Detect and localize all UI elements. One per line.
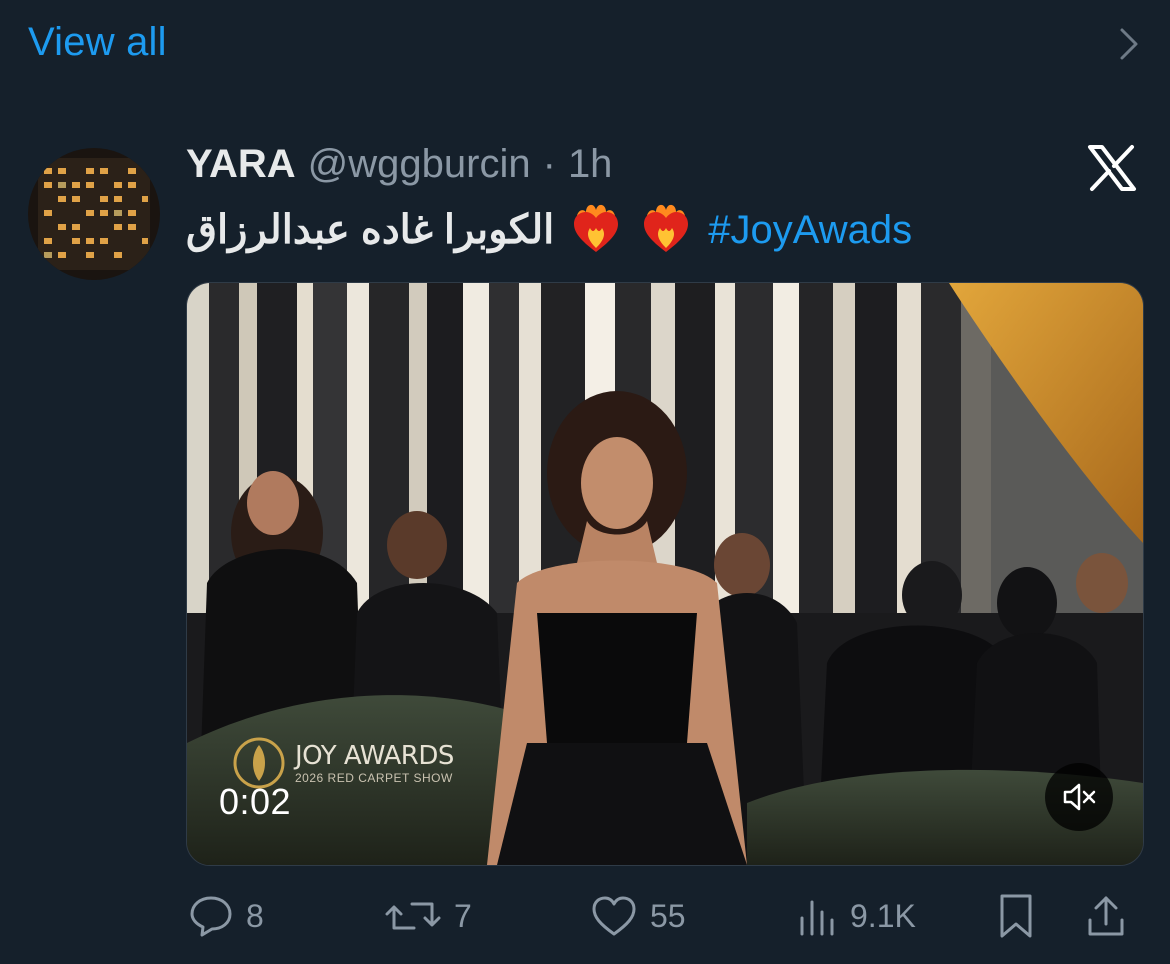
tweet-text: الكوبرا غاده عبدالرزاق #JoyAwads <box>186 200 912 260</box>
bookmark-icon <box>1000 894 1032 938</box>
share-icon <box>1088 896 1124 936</box>
like-icon <box>592 896 636 936</box>
watermark-title: JOY AWARDS <box>295 741 454 771</box>
display-name[interactable]: YARA <box>186 142 296 187</box>
x-logo-icon <box>1088 145 1136 191</box>
like-button[interactable]: 55 <box>590 886 686 946</box>
repost-icon <box>385 902 441 930</box>
video-player[interactable]: JOY AWARDS 2026 RED CARPET SHOW 0:02 <box>186 282 1144 866</box>
repost-count: 7 <box>454 897 472 934</box>
share-button[interactable] <box>1084 886 1128 946</box>
bookmark-button[interactable] <box>996 886 1036 946</box>
chevron-right-icon[interactable] <box>1114 24 1144 64</box>
tweet-header: YARA @wggburcin · 1h <box>186 142 612 194</box>
view-all-link[interactable]: View all <box>28 20 167 65</box>
tweet-actions: 8 7 55 9.1K <box>186 886 1142 946</box>
reply-count: 8 <box>246 897 264 934</box>
views-icon <box>800 900 834 936</box>
tweet-text-arabic: الكوبرا غاده عبدالرزاق <box>186 208 555 252</box>
user-handle[interactable]: @wggburcin <box>308 142 531 187</box>
heart-on-fire-icon <box>574 204 619 252</box>
mute-icon <box>1063 783 1096 811</box>
views-button[interactable]: 9.1K <box>794 886 916 946</box>
mute-button[interactable] <box>1045 763 1113 831</box>
avatar[interactable] <box>28 148 160 280</box>
reply-icon <box>190 896 232 937</box>
video-timecode: 0:02 <box>219 781 292 822</box>
heart-on-fire-icon <box>644 204 689 252</box>
separator-dot: · <box>542 142 556 186</box>
view-all-row[interactable]: View all <box>0 0 1170 90</box>
timestamp[interactable]: 1h <box>568 142 613 187</box>
view-count: 9.1K <box>850 897 916 934</box>
repost-button[interactable]: 7 <box>384 886 472 946</box>
reply-button[interactable]: 8 <box>188 886 264 946</box>
hashtag-link[interactable]: #JoyAwads <box>708 208 912 253</box>
like-count: 55 <box>650 897 686 934</box>
watermark-subtitle: 2026 RED CARPET SHOW <box>295 771 453 785</box>
